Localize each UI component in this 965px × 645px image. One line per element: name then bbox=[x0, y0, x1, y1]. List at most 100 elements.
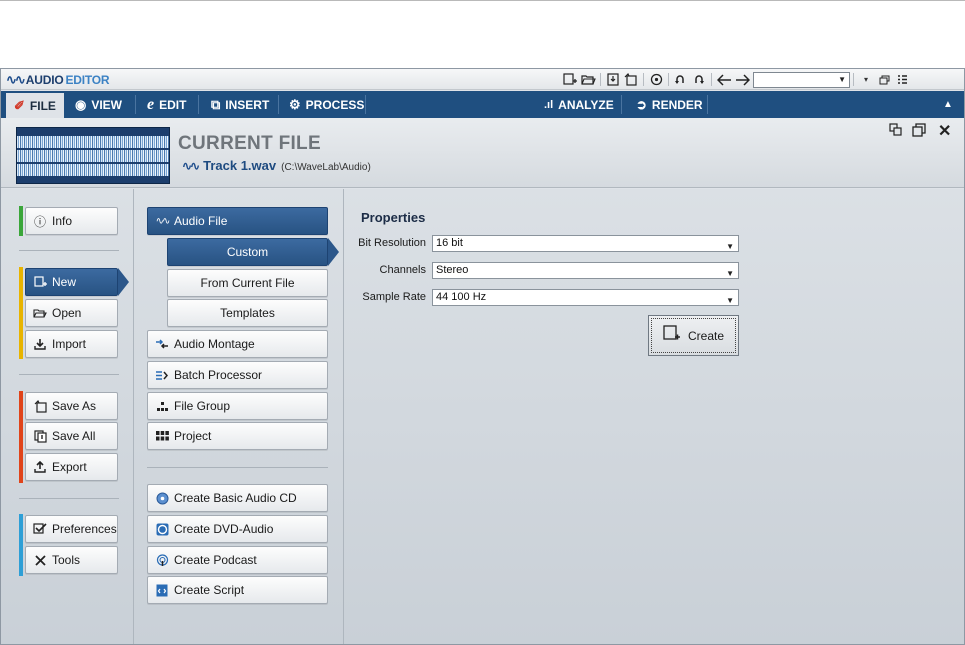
open-folder-icon[interactable] bbox=[579, 71, 597, 88]
project-label: Project bbox=[174, 429, 212, 443]
from-current-file-button[interactable]: From Current File bbox=[167, 269, 328, 297]
waveform-channel-right bbox=[17, 164, 169, 176]
forward-arrow-icon[interactable] bbox=[733, 71, 751, 88]
save-as-button[interactable]: Save As bbox=[25, 392, 118, 420]
script-icon bbox=[155, 584, 169, 597]
close-icon[interactable]: ✕ bbox=[938, 121, 951, 141]
project-button[interactable]: Project bbox=[147, 422, 328, 450]
import-button-label: Import bbox=[52, 337, 87, 351]
file-commands-column: ⓘ Info New Open Import Save As Save All … bbox=[1, 189, 134, 644]
create-podcast-button[interactable]: Create Podcast bbox=[147, 546, 328, 574]
audio-montage-label: Audio Montage bbox=[174, 337, 255, 351]
save-all-button[interactable]: Save All bbox=[25, 422, 118, 450]
create-basic-audio-cd-button[interactable]: Create Basic Audio CD bbox=[147, 484, 328, 512]
waveform-channel-mid bbox=[17, 150, 169, 162]
bit-resolution-label: Bit Resolution bbox=[358, 237, 426, 249]
new-type-column: ∿∿ Audio File Custom From Current File T… bbox=[135, 189, 344, 644]
waveform-icon: ∿∿ bbox=[155, 215, 171, 227]
restore-window-icon[interactable] bbox=[875, 71, 893, 88]
audio-montage-button[interactable]: Audio Montage bbox=[147, 330, 328, 358]
save-as-icon bbox=[33, 399, 47, 413]
tab-analyze-label: ANALYZE bbox=[558, 97, 614, 112]
file-tab-body: ⓘ Info New Open Import Save As Save All … bbox=[1, 189, 964, 644]
tab-render-label: RENDER bbox=[651, 97, 703, 112]
open-folder-icon bbox=[33, 308, 47, 319]
file-group-button[interactable]: File Group bbox=[147, 392, 328, 420]
file-icon: ✐ bbox=[14, 97, 25, 113]
tab-analyze[interactable]: .ıl ANALYZE bbox=[536, 91, 622, 118]
tab-separator bbox=[198, 95, 199, 114]
workspace-combo[interactable]: ▼ bbox=[753, 71, 850, 88]
create-script-button[interactable]: Create Script bbox=[147, 576, 328, 604]
info-button[interactable]: ⓘ Info bbox=[25, 207, 118, 235]
current-file-header: CURRENT FILE ∿∿ Track 1.wav (C:\WaveLab\… bbox=[1, 118, 964, 188]
waveform-logo-icon: ∿∿ bbox=[6, 71, 26, 87]
float-window-icon[interactable] bbox=[889, 123, 902, 139]
list-options-icon[interactable] bbox=[893, 71, 911, 88]
new-button[interactable]: New bbox=[25, 268, 129, 296]
app-logo: ∿∿ AUDIO EDITOR bbox=[6, 71, 110, 87]
bit-resolution-select[interactable]: 16 bit ▼ bbox=[432, 235, 739, 252]
insert-icon: ⧉ bbox=[211, 96, 221, 112]
batch-processor-label: Batch Processor bbox=[174, 368, 263, 382]
tab-view[interactable]: ◉ VIEW bbox=[67, 91, 130, 118]
preferences-button[interactable]: Preferences bbox=[25, 515, 118, 543]
collapse-ribbon-button[interactable]: ▲ bbox=[935, 91, 961, 118]
channels-select[interactable]: Stereo ▼ bbox=[432, 262, 739, 279]
group-divider bbox=[19, 374, 119, 375]
import-button[interactable]: Import bbox=[25, 330, 118, 358]
chevron-down-icon: ▼ bbox=[726, 242, 734, 251]
top-border-line bbox=[0, 0, 965, 1]
save-icon[interactable] bbox=[604, 71, 622, 88]
title-bar: ∿∿ AUDIO EDITOR ▼ ▾ bbox=[1, 69, 964, 90]
create-dvd-audio-button[interactable]: Create DVD-Audio bbox=[147, 515, 328, 543]
quick-access-toolbar: ▼ ▾ bbox=[561, 71, 911, 88]
new-file-icon[interactable] bbox=[561, 71, 579, 88]
ribbon-tab-bar: ✐ FILE ◉ VIEW e EDIT ⧉ INSERT ⚙ PROCESS … bbox=[1, 91, 964, 118]
render-icon: ➲ bbox=[636, 96, 647, 112]
maximize-icon[interactable] bbox=[912, 123, 926, 140]
import-icon bbox=[33, 338, 47, 350]
toolbar-separator bbox=[853, 73, 854, 86]
tab-file-label: FILE bbox=[29, 98, 56, 113]
properties-title: Properties bbox=[361, 210, 426, 225]
tools-button[interactable]: Tools bbox=[25, 546, 118, 574]
custom-template-button[interactable]: Custom bbox=[167, 238, 339, 266]
save-as-button-label: Save As bbox=[52, 399, 97, 413]
tab-insert[interactable]: ⧉ INSERT bbox=[203, 91, 277, 118]
open-button[interactable]: Open bbox=[25, 299, 118, 327]
create-dvd-audio-label: Create DVD-Audio bbox=[174, 522, 274, 536]
tab-file[interactable]: ✐ FILE bbox=[6, 91, 64, 118]
group-divider bbox=[19, 498, 119, 499]
group-color-bar-new bbox=[19, 267, 23, 359]
preferences-button-label: Preferences bbox=[52, 522, 117, 536]
history-icon[interactable] bbox=[647, 71, 665, 88]
export-button-label: Export bbox=[52, 460, 87, 474]
create-button[interactable]: Create bbox=[648, 315, 739, 356]
templates-button[interactable]: Templates bbox=[167, 299, 328, 327]
chevron-up-icon: ▲ bbox=[943, 99, 953, 110]
redo-icon[interactable] bbox=[690, 71, 708, 88]
waveform-thumbnail[interactable] bbox=[16, 127, 170, 184]
toolbar-menu-chevron-icon[interactable]: ▾ bbox=[857, 71, 875, 88]
back-arrow-icon[interactable] bbox=[715, 71, 733, 88]
new-file-icon bbox=[33, 276, 47, 288]
batch-processor-button[interactable]: Batch Processor bbox=[147, 361, 328, 389]
undo-icon[interactable] bbox=[672, 71, 690, 88]
track-file-name: Track 1.wav bbox=[203, 158, 277, 173]
create-podcast-label: Create Podcast bbox=[174, 553, 257, 567]
tab-render[interactable]: ➲ RENDER bbox=[628, 91, 711, 118]
tab-process[interactable]: ⚙ PROCESS bbox=[281, 91, 372, 118]
audio-file-button[interactable]: ∿∿ Audio File bbox=[147, 207, 328, 235]
group-color-bar-save bbox=[19, 391, 23, 483]
sample-rate-select[interactable]: 44 100 Hz ▼ bbox=[432, 289, 739, 306]
current-file-title: CURRENT FILE bbox=[178, 133, 321, 154]
properties-panel: Properties Bit Resolution 16 bit ▼ Chann… bbox=[345, 189, 964, 644]
save-as-icon[interactable] bbox=[622, 71, 640, 88]
info-icon: ⓘ bbox=[33, 214, 46, 229]
tab-edit-label: EDIT bbox=[159, 97, 187, 112]
toolbar-separator bbox=[668, 73, 669, 86]
tab-insert-label: INSERT bbox=[225, 97, 270, 112]
tab-edit[interactable]: e EDIT bbox=[139, 91, 194, 118]
export-button[interactable]: Export bbox=[25, 453, 118, 481]
